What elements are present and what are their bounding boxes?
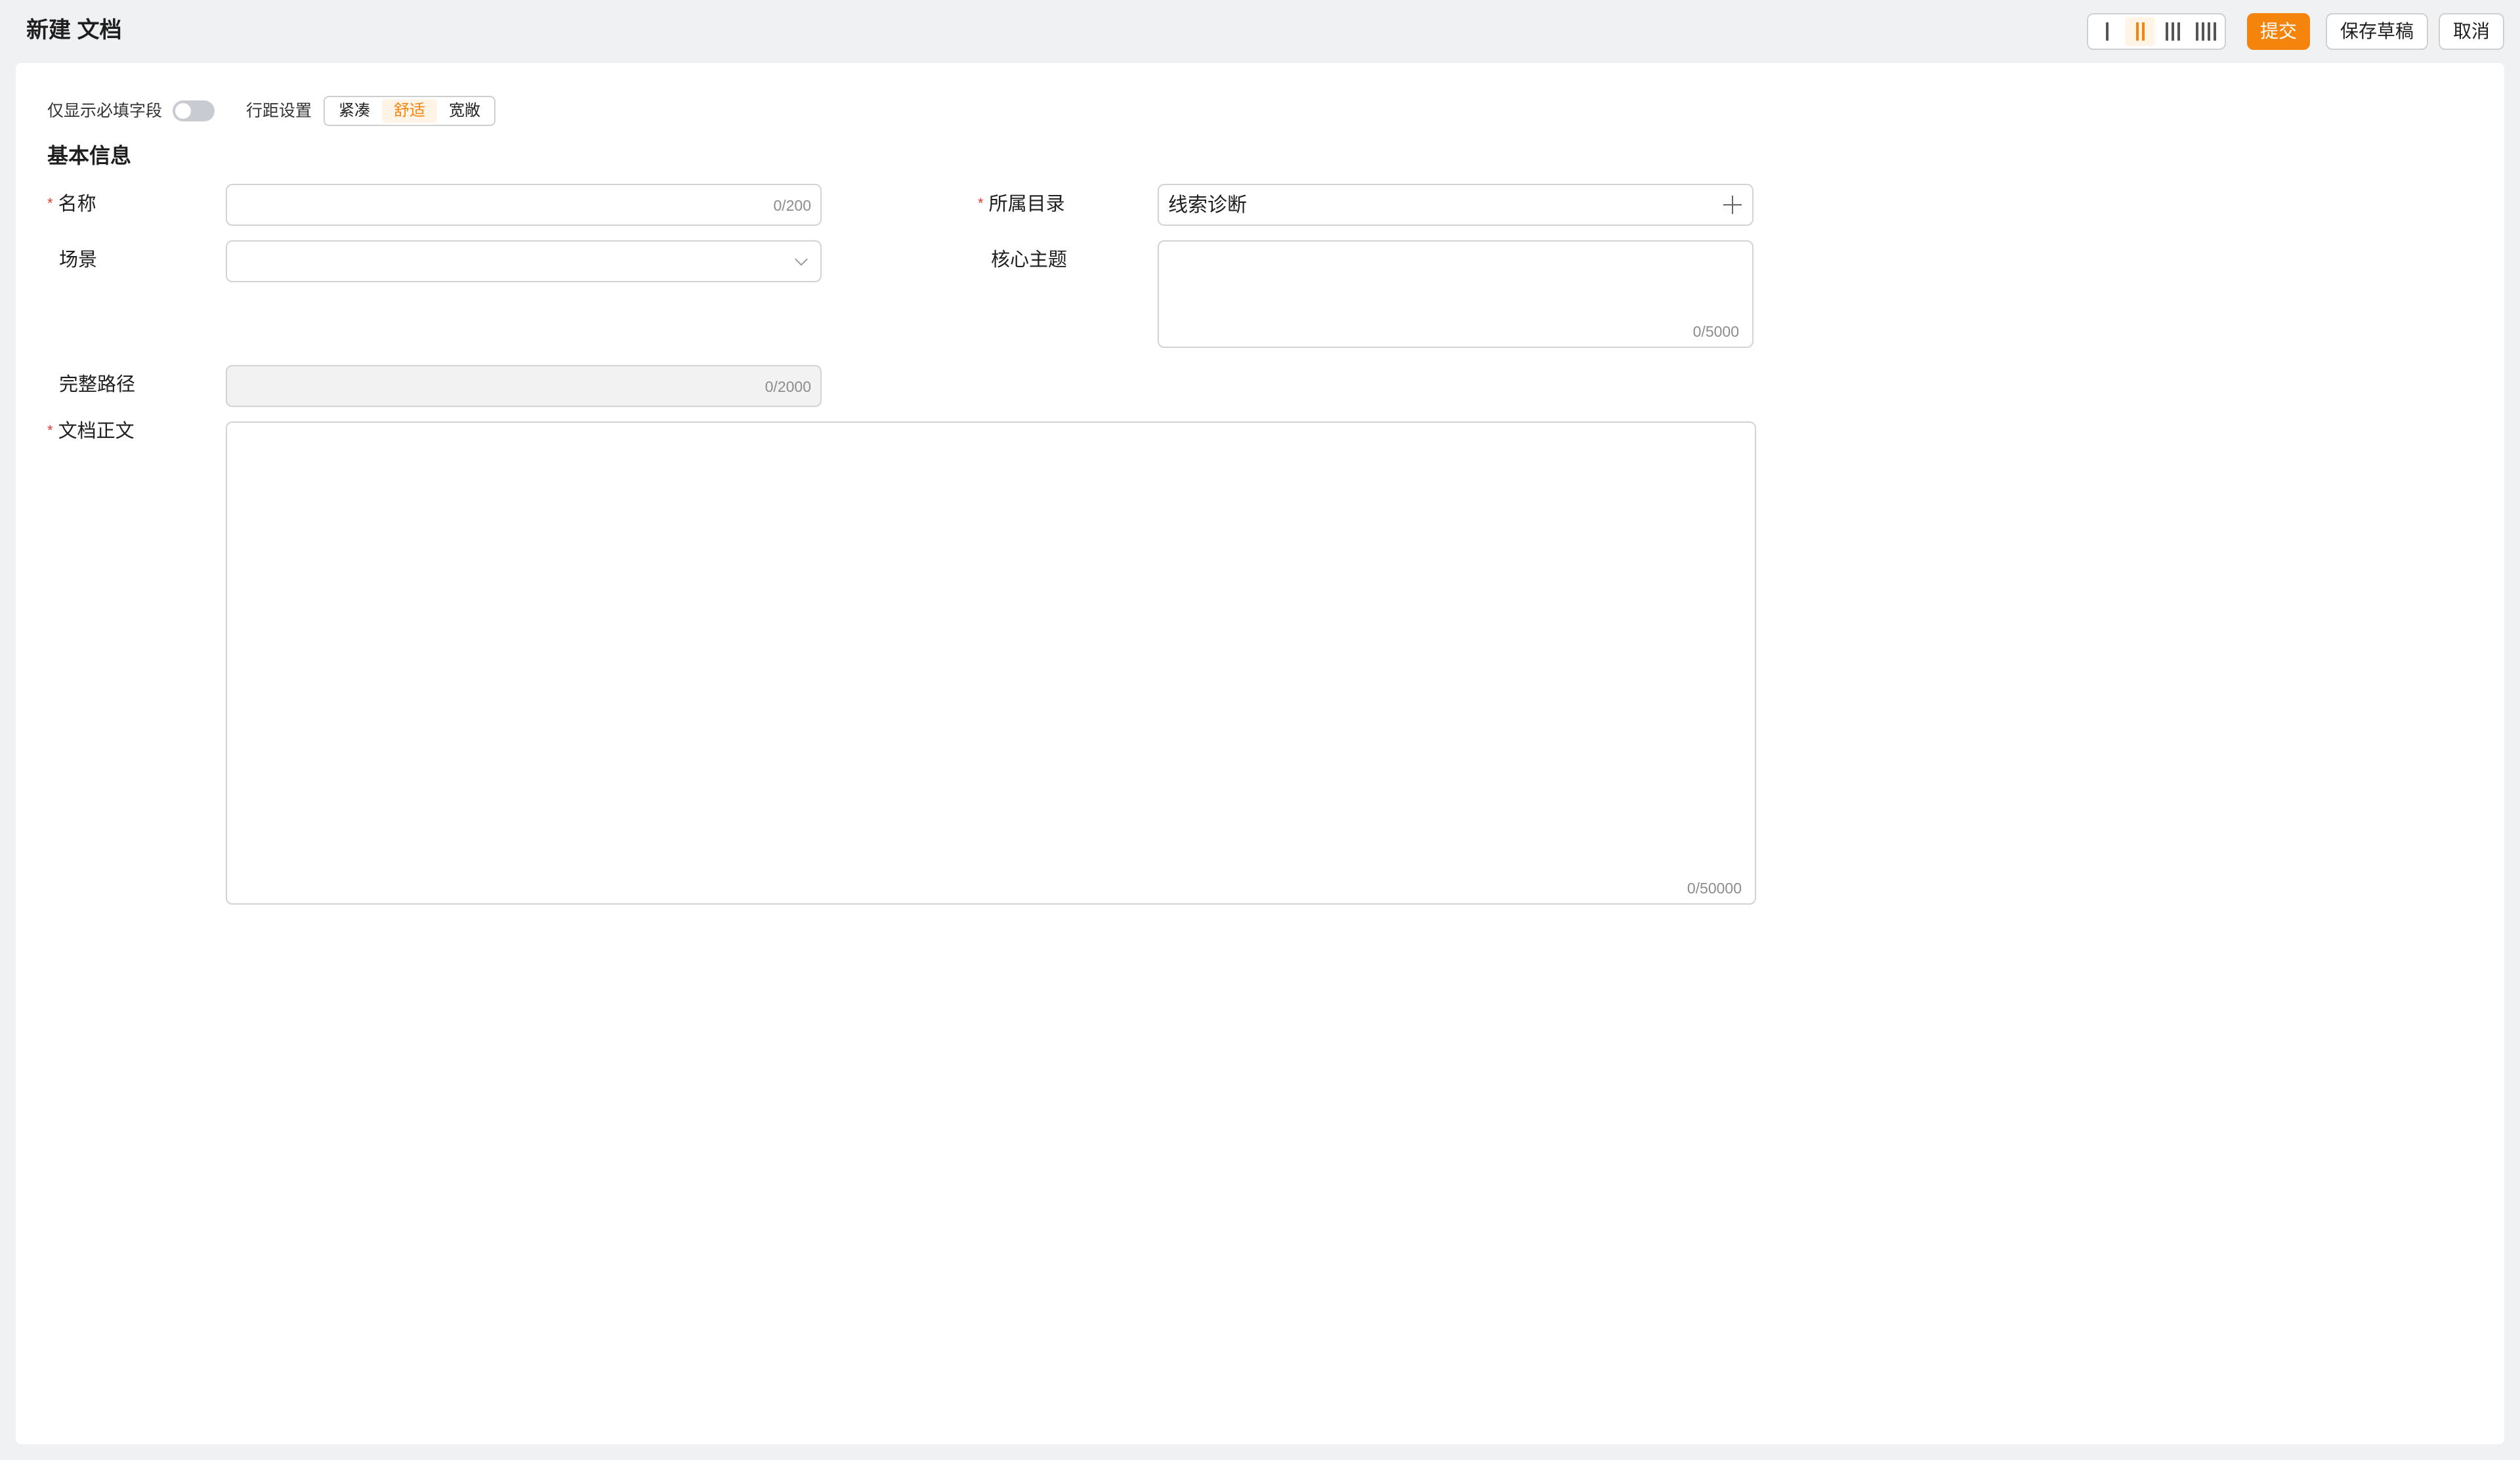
required-only-label: 仅显示必填字段 [47,102,163,120]
page-title: 新建 文档 [26,18,122,43]
form-card: 仅显示必填字段 行距设置 紧凑 舒适 宽敞 基本信息 * 名称 0/200 * 所属… [16,63,2504,1444]
core-theme-char-counter: 0/5000 [1692,323,1739,340]
core-theme-textarea[interactable]: 0/5000 [1158,240,1754,348]
required-mark: * [47,195,53,211]
cancel-button[interactable]: 取消 [2439,13,2504,50]
spacing-option-comfortable[interactable]: 舒适 [382,99,438,123]
column-option-3[interactable] [2158,17,2188,46]
column-option-4[interactable] [2191,17,2221,46]
spacing-option-spacious[interactable]: 宽敞 [437,99,492,123]
spacing-option-compact[interactable]: 紧凑 [327,99,382,123]
plus-icon[interactable] [1723,196,1742,214]
spacing-segmented-control: 紧凑 舒适 宽敞 [324,96,496,126]
scene-select[interactable] [226,240,822,282]
save-draft-button[interactable]: 保存草稿 [2326,13,2428,50]
column-option-1[interactable] [2092,17,2122,46]
submit-button[interactable]: 提交 [2247,13,2310,50]
scene-label: 场景 [59,249,98,270]
name-label: * 名称 [47,194,96,215]
page-header: 新建 文档 提交 保存草稿 取消 [0,0,2520,63]
name-input[interactable]: 0/200 [226,184,822,226]
core-theme-label: 核心主题 [991,249,1068,270]
full-path-char-counter: 0/2000 [765,378,811,395]
name-char-counter: 0/200 [773,197,811,214]
form-toolbar: 仅显示必填字段 行距设置 紧凑 舒适 宽敞 [47,96,496,126]
body-textarea[interactable]: 0/50000 [226,421,1756,905]
directory-input[interactable]: 线索诊断 [1158,184,1754,226]
column-layout-switch [2087,13,2226,50]
required-mark: * [978,195,984,211]
full-path-label: 完整路径 [59,374,136,395]
one-column-icon [2106,22,2109,41]
toggle-knob [175,103,192,119]
chevron-down-icon [795,253,808,266]
full-path-input: 0/2000 [226,365,822,407]
two-column-icon [2135,22,2145,41]
body-char-counter: 0/50000 [1687,880,1742,897]
directory-label: * 所属目录 [978,194,1065,215]
column-option-2[interactable] [2125,17,2155,46]
directory-value: 线索诊断 [1168,194,1247,216]
section-title-basic-info: 基本信息 [47,144,132,167]
required-mark: * [47,422,53,439]
body-label: * 文档正文 [47,421,135,442]
three-column-icon [2166,22,2180,41]
required-only-toggle[interactable] [173,100,215,121]
spacing-label: 行距设置 [246,102,312,120]
four-column-icon [2195,22,2216,41]
